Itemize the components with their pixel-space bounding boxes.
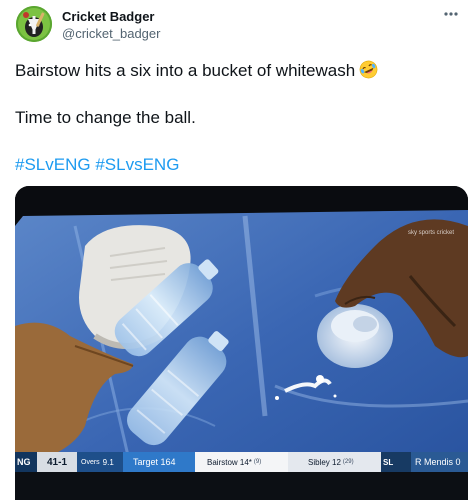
tweet-photo[interactable]: sky sports cricket NG 41-1 Overs 9.1 Targ… (15, 186, 468, 500)
tweet-text-line1: Bairstow hits a six into a bucket of whi… (15, 60, 378, 81)
batter-2-balls: (29) (342, 459, 354, 465)
batter-2-name: Sibley 12 (308, 457, 341, 467)
author-handle[interactable]: @cricket_badger (62, 26, 160, 41)
channel-logo: sky sports cricket (407, 230, 454, 236)
hashtag-link-slvseng[interactable]: #SLvsENG (95, 155, 179, 174)
hashtag-link-slveng[interactable]: #SLvENG (15, 155, 91, 174)
overs-value: 9.1 (102, 457, 114, 467)
team-score: 41-1 (37, 452, 77, 472)
batting-team: NG (15, 452, 37, 472)
badger-avatar-icon (16, 6, 52, 42)
bowler: R Mendis 0 (411, 452, 468, 472)
rolling-laughing-emoji-icon (359, 60, 378, 79)
more-dots-icon (444, 12, 458, 16)
author-avatar[interactable] (16, 6, 52, 42)
batter-1-name: Bairstow 14* (207, 457, 252, 467)
target: Target 164 (123, 452, 195, 472)
overs: Overs 9.1 (77, 452, 123, 472)
tweet-text-line2: Time to change the ball. (15, 108, 196, 127)
more-options-button[interactable] (440, 5, 462, 23)
batter-2: Sibley 12 (29) (288, 452, 381, 472)
cricket-scorebar: NG 41-1 Overs 9.1 Target 164 Bairstow 14*… (15, 452, 468, 472)
tweet-text: Bairstow hits a six into a bucket of whi… (15, 61, 356, 80)
hashtag-row: #SLvENG #SLvsENG (15, 155, 179, 175)
bowling-team: SL (381, 452, 411, 472)
batter-1: Bairstow 14* (9) (195, 452, 288, 472)
author-name[interactable]: Cricket Badger (62, 9, 154, 24)
overs-label: Overs (81, 458, 100, 466)
tweet-card: Cricket Badger @cricket_badger Bairstow … (0, 0, 468, 500)
batter-1-balls: (9) (253, 459, 262, 465)
